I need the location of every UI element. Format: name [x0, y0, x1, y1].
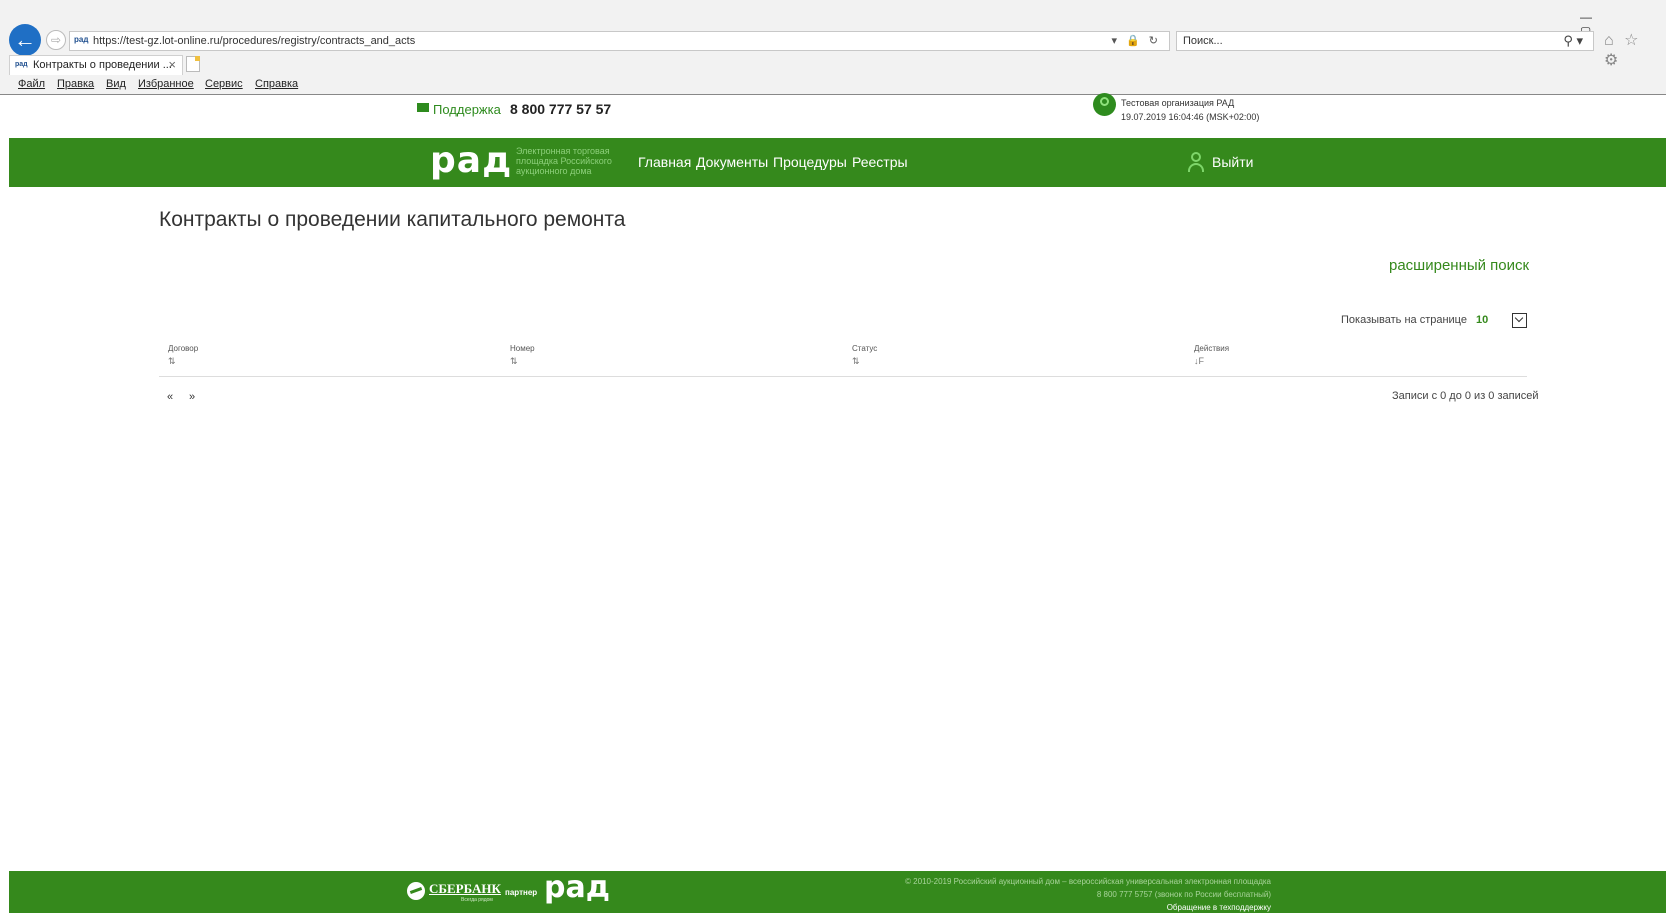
server-datetime: 19.07.2019 16:04:46 (MSK+02:00): [1121, 112, 1260, 122]
menu-view[interactable]: Вид: [106, 78, 126, 90]
user-icon[interactable]: [1093, 93, 1116, 116]
sberbank-logo-icon: [407, 882, 425, 900]
partner-label: партнер: [505, 888, 538, 897]
browser-search-input[interactable]: Поиск... ⚲ ▾: [1176, 31, 1594, 51]
browser-tab[interactable]: рад Контракты о проведении ... ×: [9, 55, 183, 75]
table-divider: [159, 376, 1527, 377]
column-header-actions[interactable]: Действия: [1194, 344, 1229, 353]
chevron-down-icon[interactable]: [1512, 313, 1527, 328]
lock-icon[interactable]: ▾ 🔒 ↻: [1111, 34, 1161, 47]
nav-procedures[interactable]: Процедуры: [773, 154, 847, 170]
support-link[interactable]: Поддержка: [433, 102, 501, 117]
menu-favorites[interactable]: Избранное: [138, 78, 194, 90]
nav-home[interactable]: Главная: [638, 154, 691, 170]
forward-arrow-icon[interactable]: ⇨: [46, 30, 66, 50]
column-header-status[interactable]: Статус: [852, 344, 877, 353]
back-arrow-icon[interactable]: ←: [9, 24, 41, 56]
sberbank-name[interactable]: СБЕРБАНК: [429, 881, 501, 897]
user-icon[interactable]: [1187, 152, 1205, 174]
menu-help[interactable]: Справка: [255, 78, 298, 90]
logout-button[interactable]: Выйти: [1212, 154, 1253, 170]
per-page-value[interactable]: 10: [1476, 314, 1488, 326]
home-icon[interactable]: ⌂ ☆ ⚙: [1604, 30, 1666, 70]
nav-documents[interactable]: Документы: [696, 154, 768, 170]
menu-bar: Файл Правка Вид Избранное Сервис Справка: [0, 75, 1666, 95]
sort-icon[interactable]: ⇅: [168, 356, 176, 367]
mail-icon: [417, 103, 429, 112]
menu-edit[interactable]: Правка: [57, 78, 94, 90]
menu-tools[interactable]: Сервис: [205, 78, 243, 90]
address-bar[interactable]: рад https://test-gz.lot-online.ru/proced…: [69, 31, 1170, 51]
footer: СБЕРБАНК Всегда рядом партнер рад © 2010…: [9, 870, 1666, 913]
footer-support-link[interactable]: Обращение в техподдержку: [1167, 903, 1271, 912]
support-phone: 8 800 777 57 57: [510, 101, 612, 117]
next-page-button[interactable]: »: [189, 391, 195, 403]
page-title: Контракты о проведении капитального ремо…: [159, 208, 626, 231]
column-header-number[interactable]: Номер: [510, 344, 535, 353]
advanced-search-link[interactable]: расширенный поиск: [1389, 257, 1529, 274]
sberbank-slogan: Всегда рядом: [461, 897, 493, 903]
sort-icon[interactable]: ⇅: [852, 356, 860, 367]
records-info: Записи с 0 до 0 из 0 записей: [1392, 390, 1539, 402]
tab-favicon: рад: [15, 61, 28, 68]
per-page-label: Показывать на странице: [1341, 314, 1467, 326]
footer-copyright: © 2010-2019 Российский аукционный дом – …: [905, 877, 1271, 886]
main-nav: рад Электронная торговая площадка Россий…: [9, 138, 1666, 187]
browser-chrome: — ▢ ← ⇨ рад https://test-gz.lot-online.r…: [0, 0, 1666, 95]
search-icon[interactable]: ⚲ ▾: [1563, 33, 1583, 49]
url-text[interactable]: https://test-gz.lot-online.ru/procedures…: [93, 35, 415, 47]
site-favicon: рад: [74, 35, 89, 44]
new-tab-button[interactable]: [186, 56, 200, 72]
rad-logo[interactable]: рад: [430, 140, 512, 181]
logo-subtitle: Электронная торговая площадка Российског…: [516, 146, 612, 176]
nav-registries[interactable]: Реестры: [852, 154, 908, 170]
tab-title[interactable]: Контракты о проведении ...: [33, 59, 172, 71]
sort-icon[interactable]: ↓F: [1194, 356, 1204, 366]
column-header-contract[interactable]: Договор: [168, 344, 198, 353]
search-placeholder: Поиск...: [1183, 35, 1223, 47]
prev-page-button[interactable]: «: [167, 391, 173, 403]
footer-rad-logo[interactable]: рад: [544, 870, 610, 905]
close-icon[interactable]: ×: [168, 57, 176, 72]
org-name: Тестовая организация РАД: [1121, 98, 1235, 108]
menu-file[interactable]: Файл: [18, 78, 45, 90]
sort-icon[interactable]: ⇅: [510, 356, 518, 367]
footer-phone: 8 800 777 5757 (звонок по России бесплат…: [1096, 890, 1271, 899]
